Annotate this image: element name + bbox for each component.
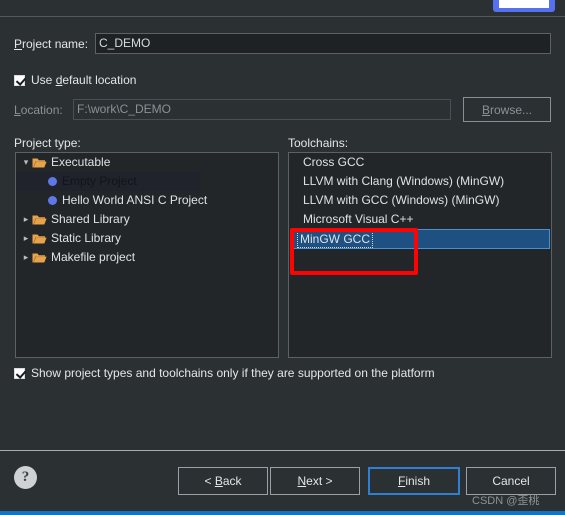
watermark-text: CSDN @歪桃	[472, 495, 540, 507]
show-supported-label: Show project types and toolchains only i…	[31, 366, 435, 380]
list-item[interactable]: Cross GCC	[289, 153, 551, 172]
chevron-right-icon[interactable]: ▸	[20, 248, 32, 267]
list-item[interactable]: Empty Project	[16, 172, 200, 191]
back-button[interactable]: < Back	[178, 467, 268, 495]
location-label: Location:	[14, 103, 63, 117]
project-type-title: Project type:	[14, 136, 81, 150]
list-item[interactable]: ▸ Static Library	[16, 229, 278, 248]
list-item-label: Cross GCC	[303, 155, 365, 169]
project-bullet-icon	[48, 196, 57, 205]
back-button-label: < Back	[204, 474, 242, 488]
folder-open-icon	[32, 157, 47, 169]
dialog-button-bar: ? < Back Next > Finish Cancel CSDN @歪桃	[0, 451, 565, 511]
list-item[interactable]: LLVM with GCC (Windows) (MinGW)	[289, 191, 551, 210]
list-item[interactable]: ▾ Executable	[16, 153, 278, 172]
checkbox-checked-icon	[14, 367, 25, 379]
list-item-label: Makefile project	[51, 250, 136, 264]
browse-button[interactable]: Browse...	[463, 97, 551, 122]
project-bullet-icon	[48, 177, 57, 186]
project-name-input[interactable]: C_DEMO	[95, 33, 551, 54]
use-default-location-label: Use default location	[31, 73, 137, 87]
location-input[interactable]: F:\work\C_DEMO	[73, 99, 451, 120]
browse-button-label: Browse...	[481, 102, 533, 117]
list-item[interactable]: ▸ Makefile project	[16, 248, 278, 267]
list-item-label: LLVM with GCC (Windows) (MinGW)	[303, 193, 500, 207]
next-button[interactable]: Next >	[270, 467, 360, 495]
folder-icon	[32, 233, 47, 245]
show-supported-checkbox[interactable]: Show project types and toolchains only i…	[14, 366, 435, 380]
finish-button-label: Finish	[397, 474, 431, 488]
chevron-right-icon[interactable]: ▸	[20, 210, 32, 229]
list-item[interactable]: Microsoft Visual C++	[289, 210, 551, 229]
help-icon[interactable]: ?	[14, 466, 37, 489]
list-item-label: Empty Project	[62, 174, 137, 188]
checkbox-checked-icon	[14, 74, 25, 86]
partial-blue-button[interactable]	[493, 0, 555, 12]
list-item-label: Static Library	[51, 231, 122, 245]
list-item-label: Hello World ANSI C Project	[62, 193, 208, 207]
bottom-accent-bar	[0, 511, 565, 515]
cancel-button[interactable]: Cancel	[466, 467, 556, 495]
list-item-label: LLVM with Clang (Windows) (MinGW)	[303, 174, 505, 188]
finish-button[interactable]: Finish	[368, 467, 460, 495]
list-item[interactable]: LLVM with Clang (Windows) (MinGW)	[289, 172, 551, 191]
folder-icon	[32, 252, 47, 264]
partial-button-inner	[499, 0, 549, 8]
next-button-label: Next >	[297, 474, 333, 488]
toolchains-title: Toolchains:	[288, 136, 349, 150]
folder-icon	[32, 214, 47, 226]
project-name-label: Project name:	[14, 37, 89, 51]
chevron-down-icon[interactable]: ▾	[20, 153, 32, 172]
annotation-rectangle	[290, 228, 418, 275]
list-item-label: Microsoft Visual C++	[303, 212, 414, 226]
top-divider	[0, 16, 565, 17]
new-project-dialog: Project name: C_DEMO Use default locatio…	[0, 19, 565, 450]
project-name-label-rest: roject name:	[22, 37, 89, 51]
project-type-list[interactable]: ▾ Executable Empty Project Hello World A…	[15, 152, 279, 358]
chevron-right-icon[interactable]: ▸	[20, 229, 32, 248]
list-item[interactable]: Hello World ANSI C Project	[16, 191, 278, 210]
use-default-location-checkbox[interactable]: Use default location	[14, 73, 136, 87]
list-item-label: Executable	[51, 155, 111, 169]
list-item-label: Shared Library	[51, 212, 130, 226]
list-item[interactable]: ▸ Shared Library	[16, 210, 278, 229]
